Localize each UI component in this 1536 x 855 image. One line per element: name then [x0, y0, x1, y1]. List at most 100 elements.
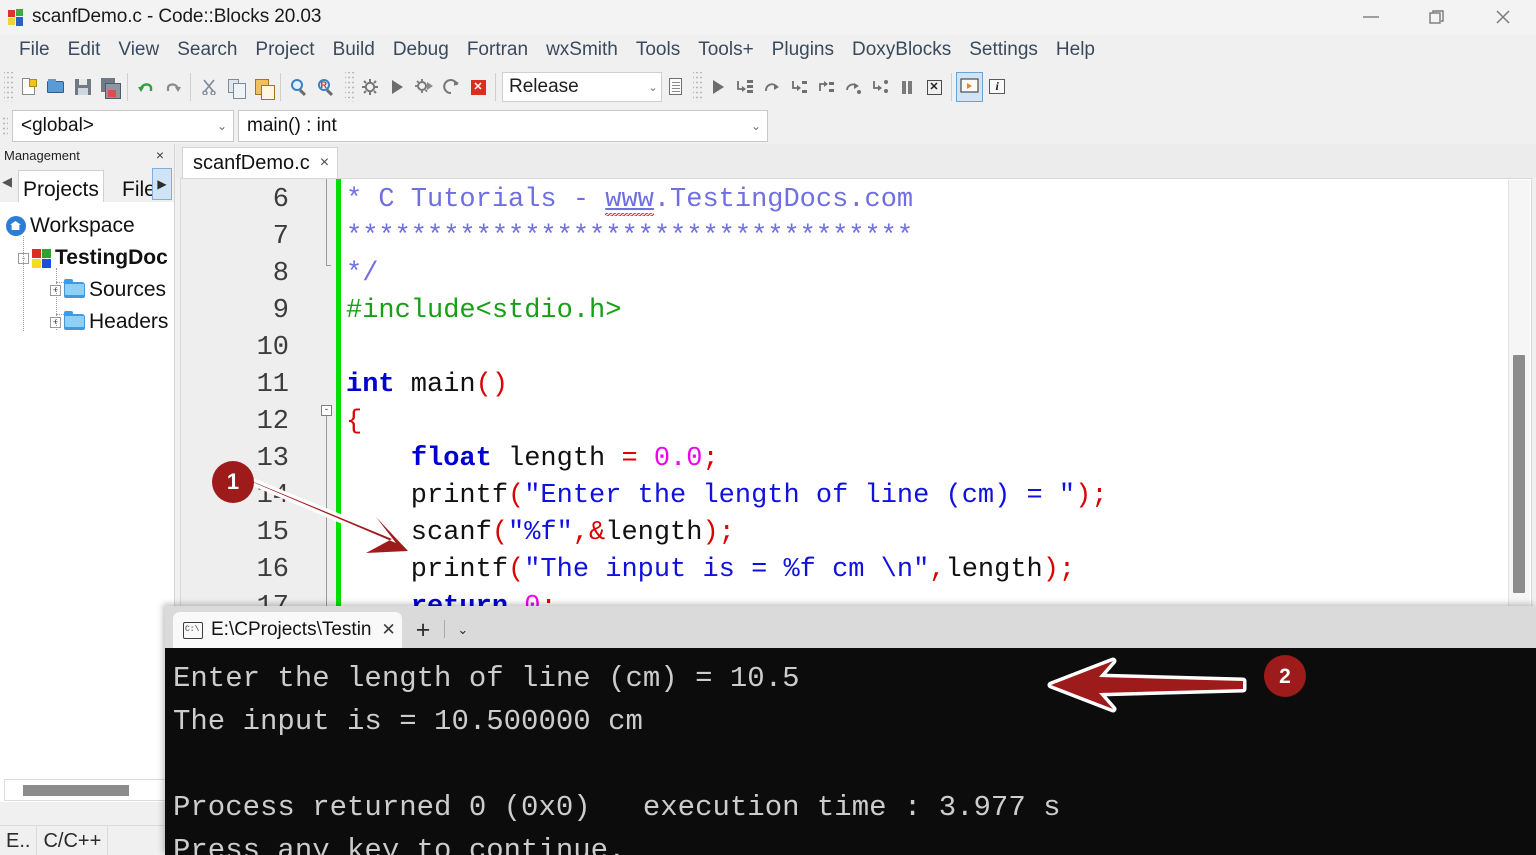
chevron-left-icon[interactable]: ◀: [2, 174, 12, 190]
console-tabbar: E:\CProjects\Testin ✕ + ⌄: [165, 606, 1536, 648]
chevron-down-icon: ⌄: [648, 81, 658, 94]
step-instruction-icon: [870, 77, 890, 97]
save-all-button[interactable]: [96, 72, 123, 102]
function-select[interactable]: main() : int ⌄: [238, 110, 768, 142]
new-file-icon: [19, 77, 39, 97]
menu-item-settings[interactable]: Settings: [960, 37, 1047, 63]
open-file-button[interactable]: [42, 72, 69, 102]
find-button[interactable]: [285, 72, 312, 102]
codeblocks-logo-icon: [8, 8, 25, 26]
debug-step-instruction-button[interactable]: [866, 72, 893, 102]
console-tab[interactable]: E:\CProjects\Testin ✕: [173, 612, 402, 648]
scope-bar-grip[interactable]: [2, 116, 8, 136]
save-icon: [73, 77, 93, 97]
tree-item-headers[interactable]: + Headers: [0, 306, 174, 338]
info-icon: [987, 77, 1007, 97]
step-over-icon: [762, 77, 782, 97]
restore-icon[interactable]: [1404, 0, 1470, 34]
pause-icon: [897, 77, 917, 97]
menu-item-edit[interactable]: Edit: [59, 37, 110, 63]
debug-next-instruction-button[interactable]: [839, 72, 866, 102]
build-target-value: Release: [509, 76, 579, 97]
close-icon[interactable]: [1470, 0, 1536, 34]
chevron-down-icon[interactable]: ⌄: [457, 622, 468, 638]
build-button[interactable]: [356, 72, 383, 102]
menu-item-view[interactable]: View: [109, 37, 168, 63]
console-line-2: The input is = 10.500000 cm: [173, 705, 643, 738]
minimize-icon[interactable]: [1338, 0, 1404, 34]
menu-item-plugins[interactable]: Plugins: [763, 37, 843, 63]
console-tab-label: E:\CProjects\Testin: [211, 619, 372, 640]
tab-projects[interactable]: Projects: [18, 170, 104, 202]
menu-item-debug[interactable]: Debug: [384, 37, 458, 63]
menu-item-project[interactable]: Project: [246, 37, 323, 63]
menu-item-fortran[interactable]: Fortran: [458, 37, 537, 63]
gear-play-icon: [414, 77, 434, 97]
close-icon[interactable]: ×: [156, 147, 164, 163]
tree-item-workspace[interactable]: Workspace: [0, 210, 174, 242]
line-number: 12: [256, 407, 289, 437]
tree-item-sources[interactable]: + Sources: [0, 274, 174, 306]
menu-item-search[interactable]: Search: [168, 37, 246, 63]
tree-item-project[interactable]: - TestingDoc: [0, 242, 174, 274]
replace-button[interactable]: R: [312, 72, 339, 102]
annotation-badge-1: 1: [212, 461, 254, 503]
toolbar-grip[interactable]: [693, 72, 702, 102]
menu-item-build[interactable]: Build: [324, 37, 384, 63]
menu-item-file[interactable]: File: [10, 37, 59, 63]
menu-item-tools[interactable]: Tools: [627, 37, 689, 63]
line-number: 11: [256, 370, 289, 400]
management-horizontal-scrollbar[interactable]: [4, 779, 170, 801]
abort-button[interactable]: ✕: [464, 72, 491, 102]
cut-button[interactable]: [195, 72, 222, 102]
editor-tab-scanfdemo[interactable]: scanfDemo.c ×: [182, 147, 339, 178]
window-title: scanfDemo.c - Code::Blocks 20.03: [32, 6, 322, 27]
tree-item-label: Headers: [89, 310, 169, 333]
main-toolbar: R ✕ Release ⌄ ✕ i: [0, 66, 1005, 108]
rebuild-button[interactable]: [437, 72, 464, 102]
toolbar-separator: [280, 73, 281, 101]
debug-windows-button[interactable]: [956, 72, 983, 102]
debug-step-out-button[interactable]: [812, 72, 839, 102]
scope-select[interactable]: <global> ⌄: [12, 110, 234, 142]
build-target-select[interactable]: Release ⌄: [502, 72, 662, 102]
debug-continue-button[interactable]: [704, 72, 731, 102]
debug-step-into-button[interactable]: [785, 72, 812, 102]
debug-stop-button[interactable]: ✕: [920, 72, 947, 102]
run-button[interactable]: [383, 72, 410, 102]
line-number: 10: [256, 333, 289, 363]
folder-icon: [64, 311, 85, 330]
line-number: 15: [256, 518, 289, 548]
build-and-run-button[interactable]: [410, 72, 437, 102]
menu-item-tools-plus[interactable]: Tools+: [689, 37, 762, 63]
undo-button[interactable]: [132, 72, 159, 102]
copy-button[interactable]: [222, 72, 249, 102]
toolbar-grip[interactable]: [4, 72, 13, 102]
save-button[interactable]: [69, 72, 96, 102]
tree-item-label: Sources: [89, 278, 167, 301]
debug-break-button[interactable]: [893, 72, 920, 102]
menu-bar: File Edit View Search Project Build Debu…: [0, 34, 1536, 66]
step-into-icon: [789, 77, 809, 97]
close-icon[interactable]: ✕: [382, 620, 396, 640]
debug-next-line-button[interactable]: [758, 72, 785, 102]
redo-button[interactable]: [159, 72, 186, 102]
debug-info-button[interactable]: [983, 72, 1010, 102]
console-window[interactable]: E:\CProjects\Testin ✕ + ⌄ Enter the leng…: [165, 606, 1536, 855]
toolbar-grip[interactable]: [345, 72, 354, 102]
code-line-13: float length = 0.0;: [410, 444, 719, 474]
scope-bar: <global> ⌄ main() : int ⌄: [0, 108, 1536, 144]
console-line-1: Enter the length of line (cm) = 10.5: [173, 662, 800, 695]
chevron-right-icon[interactable]: ▶: [152, 168, 172, 200]
close-icon[interactable]: ×: [320, 154, 329, 172]
scissors-icon: [199, 77, 219, 97]
paste-button[interactable]: [249, 72, 276, 102]
target-select-button[interactable]: [662, 72, 689, 102]
debug-run-to-cursor-button[interactable]: [731, 72, 758, 102]
menu-item-wxsmith[interactable]: wxSmith: [537, 37, 627, 63]
plus-icon[interactable]: +: [416, 618, 431, 643]
fold-box[interactable]: -: [321, 405, 332, 416]
menu-item-doxyblocks[interactable]: DoxyBlocks: [843, 37, 960, 63]
menu-item-help[interactable]: Help: [1047, 37, 1104, 63]
new-file-button[interactable]: [15, 72, 42, 102]
